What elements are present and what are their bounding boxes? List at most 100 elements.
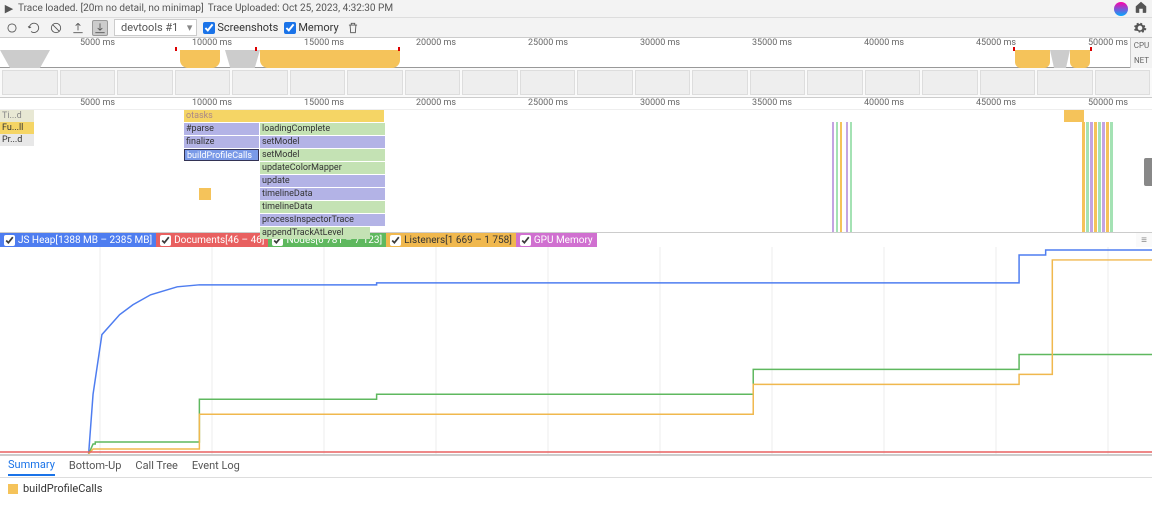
trace-status-1: Trace loaded. [20m no detail, no minimap… bbox=[18, 3, 204, 14]
main-tick: 40000 ms bbox=[864, 98, 904, 108]
screenshots-checkbox[interactable]: Screenshots bbox=[203, 21, 278, 34]
screenshot-thumb[interactable] bbox=[980, 70, 1036, 95]
track-tid[interactable]: Ti...d bbox=[0, 110, 34, 122]
screenshot-thumb[interactable] bbox=[347, 70, 403, 95]
summary-body: buildProfileCalls bbox=[0, 478, 1152, 499]
flame-tasks[interactable]: otasks bbox=[184, 110, 384, 122]
screenshots-strip[interactable] bbox=[0, 68, 1152, 98]
memory-checkbox[interactable]: Memory bbox=[284, 21, 338, 34]
flame-loadingComplete[interactable]: loadingComplete bbox=[260, 123, 385, 135]
screenshot-thumb[interactable] bbox=[1095, 70, 1151, 95]
flame-parse[interactable]: #parse bbox=[184, 123, 259, 135]
home-icon[interactable] bbox=[1134, 0, 1148, 17]
main-tick: 30000 ms bbox=[640, 98, 680, 108]
main-ruler: 5000 ms 10000 ms 15000 ms 20000 ms 25000… bbox=[0, 98, 1152, 110]
top-info-bar: ▶ Trace loaded. [20m no detail, no minim… bbox=[0, 0, 1152, 18]
main-tick: 10000 ms bbox=[192, 98, 232, 108]
cpu-label: CPU bbox=[1134, 41, 1149, 50]
flame-update[interactable]: update bbox=[260, 175, 385, 187]
flame-appendTrackAtLevel[interactable]: appendTrackAtLevel bbox=[260, 227, 370, 239]
download-icon[interactable] bbox=[92, 20, 108, 36]
user-profile-icon[interactable] bbox=[1114, 2, 1128, 16]
trace-status-2: Trace Uploaded: Oct 25, 2023, 4:32:30 PM bbox=[208, 3, 393, 14]
memory-label: Memory bbox=[298, 21, 338, 34]
summary-swatch bbox=[8, 484, 18, 494]
summary-item-name: buildProfileCalls bbox=[23, 482, 102, 495]
flame-buildProfileCalls[interactable]: buildProfileCalls bbox=[184, 149, 259, 161]
track-full[interactable]: Fu...ll bbox=[0, 122, 34, 134]
screenshot-thumb[interactable] bbox=[1037, 70, 1093, 95]
overview-ruler: 5000 ms 10000 ms 15000 ms 20000 ms 25000… bbox=[0, 38, 1152, 50]
ov-tick: 10000 ms bbox=[192, 38, 232, 48]
screenshot-thumb[interactable] bbox=[577, 70, 633, 95]
screenshot-thumb[interactable] bbox=[290, 70, 346, 95]
track-prd[interactable]: Pr...d bbox=[0, 134, 34, 146]
reload-icon[interactable] bbox=[26, 20, 42, 36]
details-tabs: Summary Bottom-Up Call Tree Event Log bbox=[0, 456, 1152, 478]
screenshot-thumb[interactable] bbox=[635, 70, 691, 95]
flame-timelineData1[interactable]: timelineData bbox=[260, 188, 385, 200]
flamechart[interactable]: otasks #parse loadingComplete finalize s… bbox=[34, 110, 1142, 232]
screenshot-thumb[interactable] bbox=[692, 70, 748, 95]
tab-call-tree[interactable]: Call Tree bbox=[135, 459, 177, 475]
flame-block[interactable] bbox=[1064, 110, 1084, 122]
flame-timelineData2[interactable]: timelineData bbox=[260, 201, 385, 213]
tab-summary[interactable]: Summary bbox=[8, 458, 55, 476]
screenshot-thumb[interactable] bbox=[922, 70, 978, 95]
main-tick: 15000 ms bbox=[304, 98, 344, 108]
main-tick: 50000 ms bbox=[1088, 98, 1128, 108]
screenshot-thumb[interactable] bbox=[2, 70, 58, 95]
cpu-net-sidebar: CPU NET bbox=[1130, 38, 1152, 68]
overview-timeline[interactable]: 5000 ms 10000 ms 15000 ms 20000 ms 25000… bbox=[0, 38, 1152, 68]
flame-setModel2[interactable]: setModel bbox=[260, 149, 385, 161]
flame-finalize[interactable]: finalize bbox=[184, 136, 259, 148]
overview-body bbox=[0, 50, 1152, 68]
collapse-handle[interactable] bbox=[1144, 158, 1152, 186]
clear-icon[interactable] bbox=[48, 20, 64, 36]
ov-tick: 15000 ms bbox=[304, 38, 344, 48]
screenshot-thumb[interactable] bbox=[520, 70, 576, 95]
play-icon[interactable]: ▶ bbox=[4, 2, 14, 15]
tab-event-log[interactable]: Event Log bbox=[192, 459, 240, 475]
tab-bottom-up[interactable]: Bottom-Up bbox=[69, 459, 122, 475]
ov-tick: 35000 ms bbox=[752, 38, 792, 48]
performance-toolbar: devtools #1 Screenshots Memory bbox=[0, 18, 1152, 38]
flame-processInspectorTrace[interactable]: processInspectorTrace bbox=[260, 214, 385, 226]
ov-tick: 50000 ms bbox=[1088, 38, 1128, 48]
memory-graph[interactable] bbox=[0, 247, 1152, 455]
recording-select-label: devtools #1 bbox=[121, 21, 178, 34]
screenshot-thumb[interactable] bbox=[462, 70, 518, 95]
screenshots-label: Screenshots bbox=[217, 21, 278, 34]
garbage-collect-icon[interactable] bbox=[345, 20, 361, 36]
details-panel: Summary Bottom-Up Call Tree Event Log bu… bbox=[0, 455, 1152, 503]
screenshot-thumb[interactable] bbox=[117, 70, 173, 95]
flamechart-area[interactable]: 5000 ms 10000 ms 15000 ms 20000 ms 25000… bbox=[0, 98, 1152, 233]
flame-updateColorMapper[interactable]: updateColorMapper bbox=[260, 162, 385, 174]
upload-icon[interactable] bbox=[70, 20, 86, 36]
ov-tick: 40000 ms bbox=[864, 38, 904, 48]
screenshot-thumb[interactable] bbox=[750, 70, 806, 95]
track-labels: Ti...d Fu...ll Pr...d bbox=[0, 110, 34, 146]
main-tick: 20000 ms bbox=[416, 98, 456, 108]
screenshot-thumb[interactable] bbox=[865, 70, 921, 95]
flame-setModel1[interactable]: setModel bbox=[260, 136, 385, 148]
main-tick: 5000 ms bbox=[80, 98, 115, 108]
net-label: NET bbox=[1134, 56, 1149, 65]
screenshot-thumb[interactable] bbox=[175, 70, 231, 95]
main-tick: 25000 ms bbox=[528, 98, 568, 108]
record-icon[interactable] bbox=[4, 20, 20, 36]
main-tick: 35000 ms bbox=[752, 98, 792, 108]
screenshot-thumb[interactable] bbox=[807, 70, 863, 95]
recording-select[interactable]: devtools #1 bbox=[114, 19, 197, 36]
screenshot-thumb[interactable] bbox=[232, 70, 288, 95]
screenshot-thumb[interactable] bbox=[405, 70, 461, 95]
main-tick: 45000 ms bbox=[976, 98, 1016, 108]
screenshot-thumb[interactable] bbox=[60, 70, 116, 95]
memory-graph-svg bbox=[0, 247, 1152, 454]
flame-block[interactable] bbox=[199, 188, 211, 200]
ov-tick: 5000 ms bbox=[80, 38, 115, 48]
settings-icon[interactable] bbox=[1132, 20, 1148, 36]
ov-tick: 45000 ms bbox=[976, 38, 1016, 48]
ov-tick: 25000 ms bbox=[528, 38, 568, 48]
ov-tick: 20000 ms bbox=[416, 38, 456, 48]
